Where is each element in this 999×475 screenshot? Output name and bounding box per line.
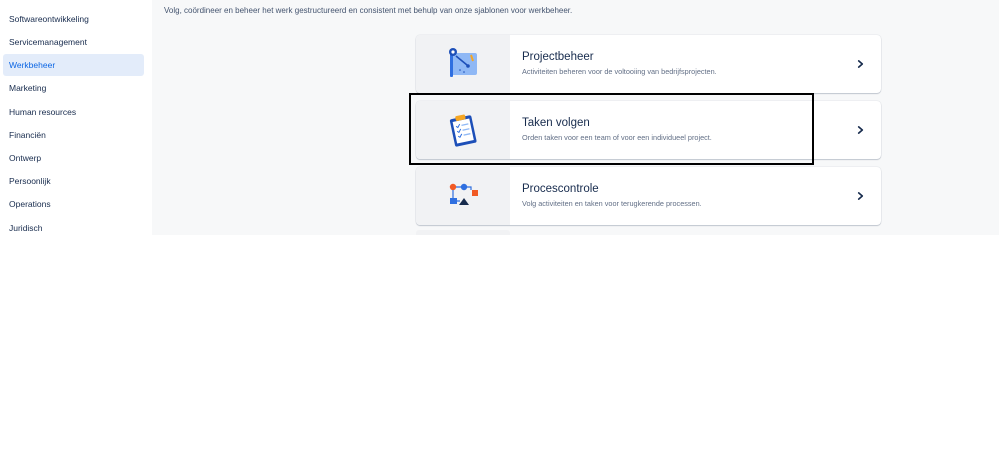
card-title: Projectbeheer	[522, 51, 594, 63]
template-card-procescontrole[interactable]: Procescontrole Volg activiteiten en take…	[416, 167, 881, 225]
template-card-taken-volgen[interactable]: Taken volgen Orden taken voor een team o…	[416, 101, 881, 159]
project-board-icon	[449, 48, 477, 77]
sidebar-item-marketing[interactable]: Marketing	[3, 77, 144, 99]
sidebar-item-ontwerp[interactable]: Ontwerp	[3, 147, 144, 169]
sidebar-item-persoonlijk[interactable]: Persoonlijk	[3, 170, 144, 192]
next-card-preview	[416, 230, 510, 235]
chevron-right-icon	[857, 192, 864, 200]
card-illustration	[416, 101, 510, 159]
sidebar-item-operations[interactable]: Operations	[3, 193, 144, 215]
sidebar-item-financien[interactable]: Financiën	[3, 124, 144, 146]
sidebar-item-werkbeheer[interactable]: Werkbeheer	[3, 54, 144, 76]
sidebar: Softwareontwikkeling Servicemanagement W…	[0, 0, 152, 240]
card-description: Volg activiteiten en taken voor terugker…	[522, 199, 702, 208]
card-description: Activiteiten beheren voor de voltooiing …	[522, 67, 717, 76]
card-illustration	[416, 167, 510, 225]
sidebar-item-human-resources[interactable]: Human resources	[3, 101, 144, 123]
card-description: Orden taken voor een team of voor een in…	[522, 133, 712, 142]
card-title: Taken volgen	[522, 117, 590, 129]
clipboard-checklist-icon	[449, 114, 477, 147]
sidebar-item-juridisch[interactable]: Juridisch	[3, 217, 144, 239]
card-illustration	[416, 35, 510, 93]
chevron-right-icon	[857, 126, 864, 134]
card-title: Procescontrole	[522, 183, 599, 195]
process-flow-icon	[449, 183, 478, 205]
app-root: Softwareontwikkeling Servicemanagement W…	[0, 0, 999, 475]
template-gallery: Volg, coördineer en beheer het werk gest…	[152, 0, 999, 235]
chevron-right-icon	[857, 60, 864, 68]
sidebar-item-softwareontwikkeling[interactable]: Softwareontwikkeling	[3, 8, 144, 30]
template-card-projectbeheer[interactable]: Projectbeheer Activiteiten beheren voor …	[416, 35, 881, 93]
sidebar-item-servicemanagement[interactable]: Servicemanagement	[3, 31, 144, 53]
category-intro: Volg, coördineer en beheer het werk gest…	[164, 6, 573, 15]
